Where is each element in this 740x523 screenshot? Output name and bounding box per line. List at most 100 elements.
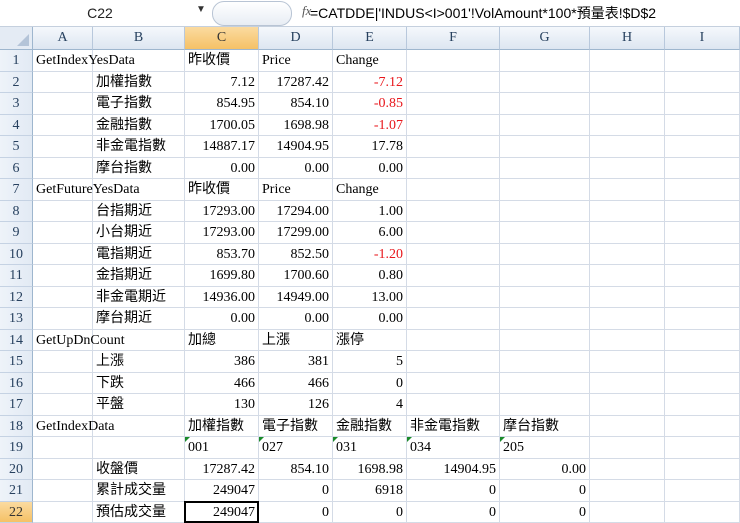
row-header-17[interactable]: 17 <box>0 394 33 416</box>
cell-I12[interactable] <box>665 286 740 308</box>
cell-A9[interactable] <box>33 222 93 244</box>
cell-B11[interactable]: 金指期近 <box>93 265 185 287</box>
cell-B21[interactable]: 累計成交量 <box>93 480 185 502</box>
cell-D13[interactable]: 0.00 <box>259 308 333 330</box>
cell-H10[interactable] <box>590 243 665 265</box>
column-header-A[interactable]: A <box>33 27 93 50</box>
cell-B6[interactable]: 摩台指數 <box>93 157 185 179</box>
cell-E17[interactable]: 4 <box>333 394 407 416</box>
cell-G18[interactable]: 摩台指數 <box>500 415 590 437</box>
row-header-8[interactable]: 8 <box>0 200 33 222</box>
cell-C15[interactable]: 386 <box>185 351 259 373</box>
cell-C8[interactable]: 17293.00 <box>185 200 259 222</box>
cell-F21[interactable]: 0 <box>407 480 500 502</box>
column-header-I[interactable]: I <box>665 27 740 50</box>
cell-F14[interactable] <box>407 329 500 351</box>
cell-A15[interactable] <box>33 351 93 373</box>
cell-H9[interactable] <box>590 222 665 244</box>
cell-I19[interactable] <box>665 437 740 459</box>
cell-I1[interactable] <box>665 50 740 72</box>
cell-A5[interactable] <box>33 136 93 158</box>
cell-D10[interactable]: 852.50 <box>259 243 333 265</box>
cell-D9[interactable]: 17299.00 <box>259 222 333 244</box>
cell-I16[interactable] <box>665 372 740 394</box>
row-header-9[interactable]: 9 <box>0 222 33 244</box>
cell-F10[interactable] <box>407 243 500 265</box>
cell-F1[interactable] <box>407 50 500 72</box>
row-header-21[interactable]: 21 <box>0 480 33 502</box>
cell-E15[interactable]: 5 <box>333 351 407 373</box>
cell-B13[interactable]: 摩台期近 <box>93 308 185 330</box>
cell-B4[interactable]: 金融指數 <box>93 114 185 136</box>
cell-C19[interactable]: 001 <box>185 437 259 459</box>
cell-C13[interactable]: 0.00 <box>185 308 259 330</box>
cell-C4[interactable]: 1700.05 <box>185 114 259 136</box>
cell-I2[interactable] <box>665 71 740 93</box>
cell-F2[interactable] <box>407 71 500 93</box>
row-header-19[interactable]: 19 <box>0 437 33 459</box>
cell-E7[interactable]: Change <box>333 179 407 201</box>
cell-G13[interactable] <box>500 308 590 330</box>
cell-B9[interactable]: 小台期近 <box>93 222 185 244</box>
cell-E21[interactable]: 6918 <box>333 480 407 502</box>
row-header-4[interactable]: 4 <box>0 114 33 136</box>
cell-F12[interactable] <box>407 286 500 308</box>
column-header-B[interactable]: B <box>93 27 185 50</box>
cell-I7[interactable] <box>665 179 740 201</box>
cell-H4[interactable] <box>590 114 665 136</box>
cell-G11[interactable] <box>500 265 590 287</box>
cell-A19[interactable] <box>33 437 93 459</box>
cell-D3[interactable]: 854.10 <box>259 93 333 115</box>
cell-E8[interactable]: 1.00 <box>333 200 407 222</box>
cell-I10[interactable] <box>665 243 740 265</box>
cell-D11[interactable]: 1700.60 <box>259 265 333 287</box>
row-header-6[interactable]: 6 <box>0 157 33 179</box>
cell-F18[interactable]: 非金電指數 <box>407 415 500 437</box>
cell-G10[interactable] <box>500 243 590 265</box>
cell-E11[interactable]: 0.80 <box>333 265 407 287</box>
cell-H16[interactable] <box>590 372 665 394</box>
cell-F20[interactable]: 14904.95 <box>407 458 500 480</box>
cell-A14[interactable]: GetUpDnCount <box>33 329 125 351</box>
cell-E6[interactable]: 0.00 <box>333 157 407 179</box>
cell-G17[interactable] <box>500 394 590 416</box>
cell-G6[interactable] <box>500 157 590 179</box>
formula-bar-resize-handle[interactable] <box>212 1 292 26</box>
cell-A21[interactable] <box>33 480 93 502</box>
cell-C1[interactable]: 昨收價 <box>185 50 259 72</box>
cell-H17[interactable] <box>590 394 665 416</box>
cell-A8[interactable] <box>33 200 93 222</box>
cell-G1[interactable] <box>500 50 590 72</box>
cell-D4[interactable]: 1698.98 <box>259 114 333 136</box>
cell-B18[interactable] <box>93 415 185 437</box>
cell-G15[interactable] <box>500 351 590 373</box>
cell-E2[interactable]: -7.12 <box>333 71 407 93</box>
cell-I13[interactable] <box>665 308 740 330</box>
cell-E10[interactable]: -1.20 <box>333 243 407 265</box>
cell-F8[interactable] <box>407 200 500 222</box>
cell-C3[interactable]: 854.95 <box>185 93 259 115</box>
cell-A17[interactable] <box>33 394 93 416</box>
cell-I20[interactable] <box>665 458 740 480</box>
cell-E1[interactable]: Change <box>333 50 407 72</box>
cell-E9[interactable]: 6.00 <box>333 222 407 244</box>
cell-E16[interactable]: 0 <box>333 372 407 394</box>
cell-H11[interactable] <box>590 265 665 287</box>
cell-I6[interactable] <box>665 157 740 179</box>
cell-B5[interactable]: 非金電指數 <box>93 136 185 158</box>
cell-E12[interactable]: 13.00 <box>333 286 407 308</box>
cell-G2[interactable] <box>500 71 590 93</box>
cell-H6[interactable] <box>590 157 665 179</box>
cell-D17[interactable]: 126 <box>259 394 333 416</box>
row-header-15[interactable]: 15 <box>0 351 33 373</box>
cell-H18[interactable] <box>590 415 665 437</box>
cell-C11[interactable]: 1699.80 <box>185 265 259 287</box>
cell-I21[interactable] <box>665 480 740 502</box>
cell-D12[interactable]: 14949.00 <box>259 286 333 308</box>
cell-A4[interactable] <box>33 114 93 136</box>
cell-H12[interactable] <box>590 286 665 308</box>
cell-A18[interactable]: GetIndexData <box>33 415 115 437</box>
cell-D19[interactable]: 027 <box>259 437 333 459</box>
cell-E5[interactable]: 17.78 <box>333 136 407 158</box>
cell-F7[interactable] <box>407 179 500 201</box>
